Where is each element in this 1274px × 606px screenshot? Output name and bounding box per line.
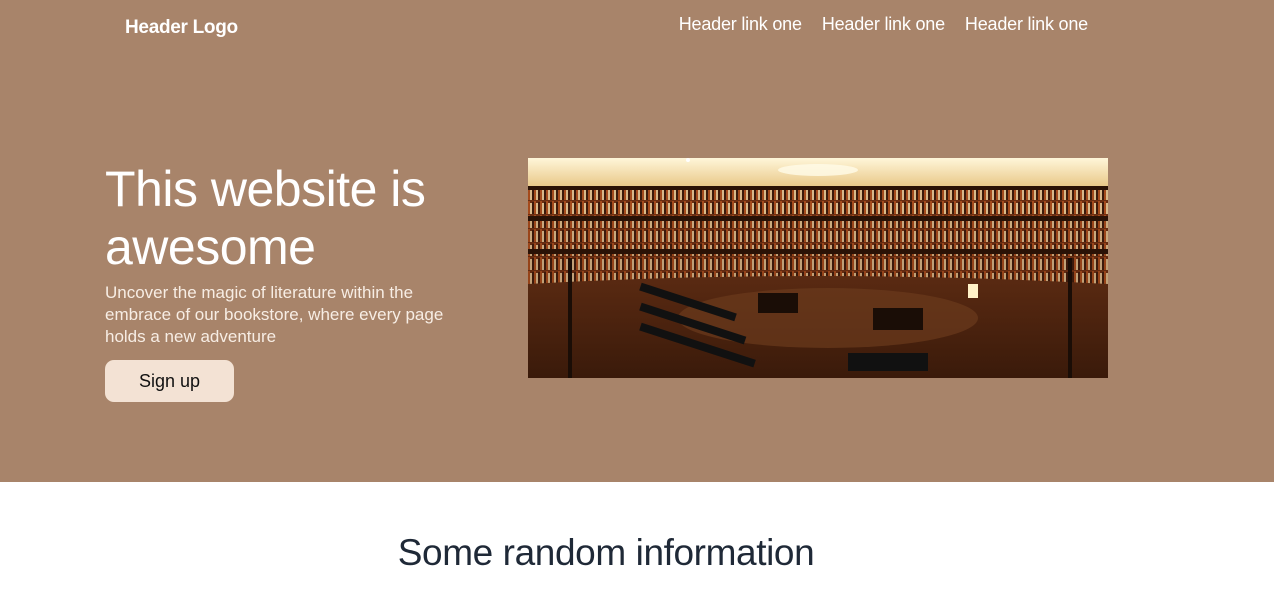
library-image [528,158,1108,378]
header-link-3[interactable]: Header link one [965,14,1088,35]
header-link-1[interactable]: Header link one [679,14,802,35]
section-title: Some random information [397,532,815,573]
hero-section: Header Logo Header link one Header link … [0,0,1274,482]
hero-subtitle: Uncover the magic of literature within t… [105,283,444,346]
header-logo[interactable]: Header Logo [125,17,238,39]
hero-text-block: This website is awesome Uncover the magi… [105,160,485,402]
header-nav: Header link one Header link one Header l… [679,14,1088,35]
header-link-2[interactable]: Header link one [822,14,945,35]
signup-button[interactable]: Sign up [105,360,234,402]
hero-title: This website is awesome [105,161,426,275]
